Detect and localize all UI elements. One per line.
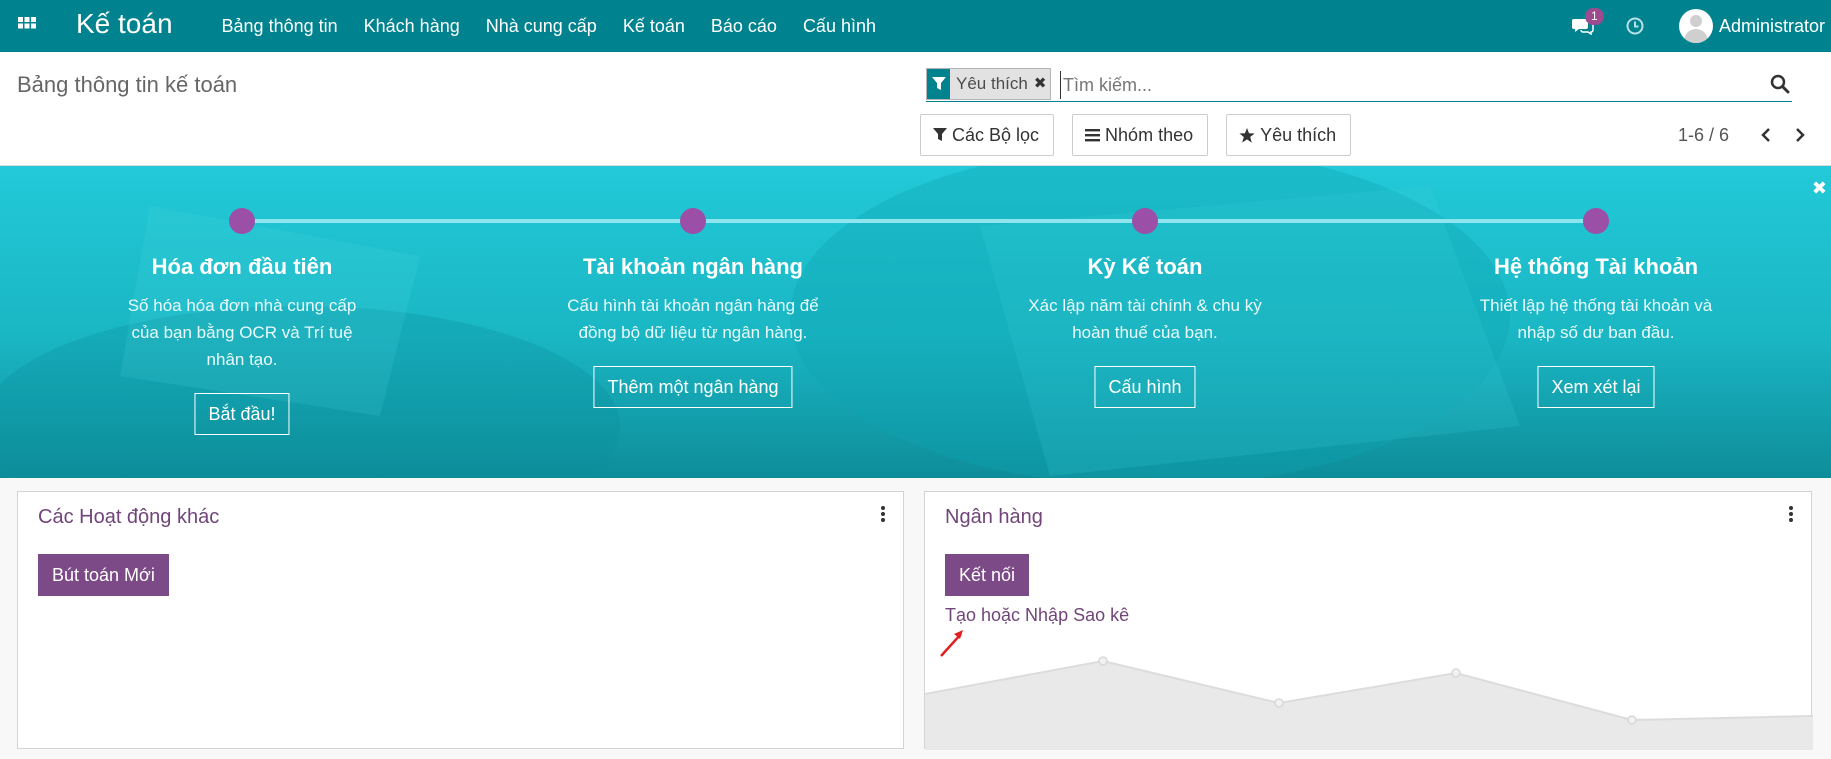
top-navbar: Kế toán Bảng thông tin Khách hàng Nhà cu… bbox=[0, 0, 1831, 52]
filter-icon bbox=[933, 128, 947, 141]
step-description: Cấu hình tài khoản ngân hàng để đồng bộ … bbox=[567, 296, 819, 342]
clock-icon bbox=[1626, 17, 1644, 35]
facet-value: Yêu thích bbox=[956, 74, 1028, 93]
groupby-button[interactable]: Nhóm theo bbox=[1072, 114, 1209, 156]
menu-item-vendors[interactable]: Nhà cung cấp bbox=[473, 0, 610, 52]
pager-next-button[interactable] bbox=[1783, 114, 1817, 156]
search-input[interactable] bbox=[1060, 71, 1750, 99]
menu-item-accounting[interactable]: Kế toán bbox=[610, 0, 698, 52]
journal-card-misc: Các Hoạt động khác Bút toán Mới bbox=[17, 491, 904, 749]
search-facet: Yêu thích ✖ bbox=[926, 68, 1052, 100]
card-title[interactable]: Các Hoạt động khác bbox=[38, 506, 219, 529]
star-icon bbox=[1239, 127, 1255, 143]
main-menu: Bảng thông tin Khách hàng Nhà cung cấp K… bbox=[209, 0, 889, 52]
user-name[interactable]: Administrator bbox=[1719, 16, 1825, 37]
step-description: Số hóa hóa đơn nhà cung cấp của bạn bằng… bbox=[127, 296, 357, 369]
chevron-right-icon bbox=[1796, 128, 1805, 142]
create-import-statement-link[interactable]: Tạo hoặc Nhập Sao kê bbox=[945, 605, 1129, 626]
avatar[interactable] bbox=[1678, 9, 1713, 43]
bank-balance-graph bbox=[925, 656, 1813, 750]
start-button[interactable]: Bắt đầu! bbox=[194, 393, 290, 435]
menu-item-configuration[interactable]: Cấu hình bbox=[790, 0, 889, 52]
navbar-systray: 1 Administrator bbox=[1563, 0, 1825, 52]
bars-icon bbox=[1085, 129, 1101, 142]
connect-button[interactable]: Kết nối bbox=[945, 554, 1030, 596]
menu-item-dashboard[interactable]: Bảng thông tin bbox=[209, 0, 351, 52]
card-options-icon[interactable] bbox=[881, 506, 885, 524]
close-banner-icon[interactable]: ✖ bbox=[1812, 178, 1827, 199]
groupby-label: Nhóm theo bbox=[1105, 124, 1194, 145]
review-button[interactable]: Xem xét lại bbox=[1537, 366, 1655, 408]
step-title: Tài khoản ngân hàng bbox=[582, 254, 803, 279]
configure-button[interactable]: Cấu hình bbox=[1094, 366, 1196, 408]
filters-button[interactable]: Các Bộ lọc bbox=[920, 114, 1055, 156]
pager-previous-button[interactable] bbox=[1749, 114, 1783, 156]
grid-icon bbox=[18, 17, 36, 29]
step-title: Hóa đơn đầu tiên bbox=[151, 254, 333, 279]
onboarding-banner: ✖ Hóa đơn đầu tiên Số hóa hóa đơn nhà cu… bbox=[0, 166, 1831, 478]
pager: 1-6 / 6 bbox=[1678, 114, 1817, 156]
card-options-icon[interactable] bbox=[1789, 506, 1793, 524]
favorites-button[interactable]: Yêu thích bbox=[1226, 114, 1352, 156]
filter-icon bbox=[927, 69, 950, 99]
step-dot bbox=[1132, 208, 1158, 234]
search-bar: Yêu thích ✖ bbox=[926, 68, 1792, 102]
step-dot bbox=[1583, 208, 1609, 234]
journal-card-bank: Ngân hàng Kết nối Tạo hoặc Nhập Sao kê bbox=[924, 491, 1813, 750]
chevron-left-icon bbox=[1761, 128, 1770, 142]
step-description: Thiết lập hệ thống tài khoản và nhập số … bbox=[1479, 296, 1713, 342]
step-description: Xác lập năm tài chính & chu kỳ hoàn thuế… bbox=[1028, 296, 1262, 342]
control-panel: Bảng thông tin kế toán Yêu thích ✖ Các B… bbox=[0, 52, 1831, 166]
apps-menu-button[interactable] bbox=[0, 0, 54, 52]
remove-facet-icon[interactable]: ✖ bbox=[1034, 69, 1047, 99]
favorites-label: Yêu thích bbox=[1260, 124, 1337, 145]
step-dot bbox=[680, 208, 706, 234]
search-options: Các Bộ lọc Nhóm theo Yêu thích bbox=[920, 114, 1369, 156]
activities-button[interactable] bbox=[1611, 0, 1659, 52]
messages-button[interactable]: 1 bbox=[1563, 0, 1604, 52]
menu-item-customers[interactable]: Khách hàng bbox=[351, 0, 473, 52]
pager-value[interactable]: 1-6 / 6 bbox=[1678, 125, 1729, 146]
new-entry-button[interactable]: Bút toán Mới bbox=[38, 554, 169, 596]
step-title: Hệ thống Tài khoản bbox=[1493, 254, 1699, 279]
search-icon[interactable] bbox=[1770, 74, 1790, 94]
step-title: Kỳ Kế toán bbox=[1087, 254, 1203, 279]
breadcrumb: Bảng thông tin kế toán bbox=[17, 72, 238, 97]
onboarding-progress-line bbox=[242, 219, 1596, 223]
message-count-badge: 1 bbox=[1584, 8, 1604, 25]
step-dot bbox=[229, 208, 255, 234]
menu-item-reporting[interactable]: Báo cáo bbox=[698, 0, 790, 52]
add-bank-button[interactable]: Thêm một ngân hàng bbox=[593, 366, 793, 408]
app-title[interactable]: Kế toán bbox=[54, 0, 209, 52]
card-title[interactable]: Ngân hàng bbox=[945, 506, 1043, 529]
filters-label: Các Bộ lọc bbox=[952, 124, 1040, 145]
